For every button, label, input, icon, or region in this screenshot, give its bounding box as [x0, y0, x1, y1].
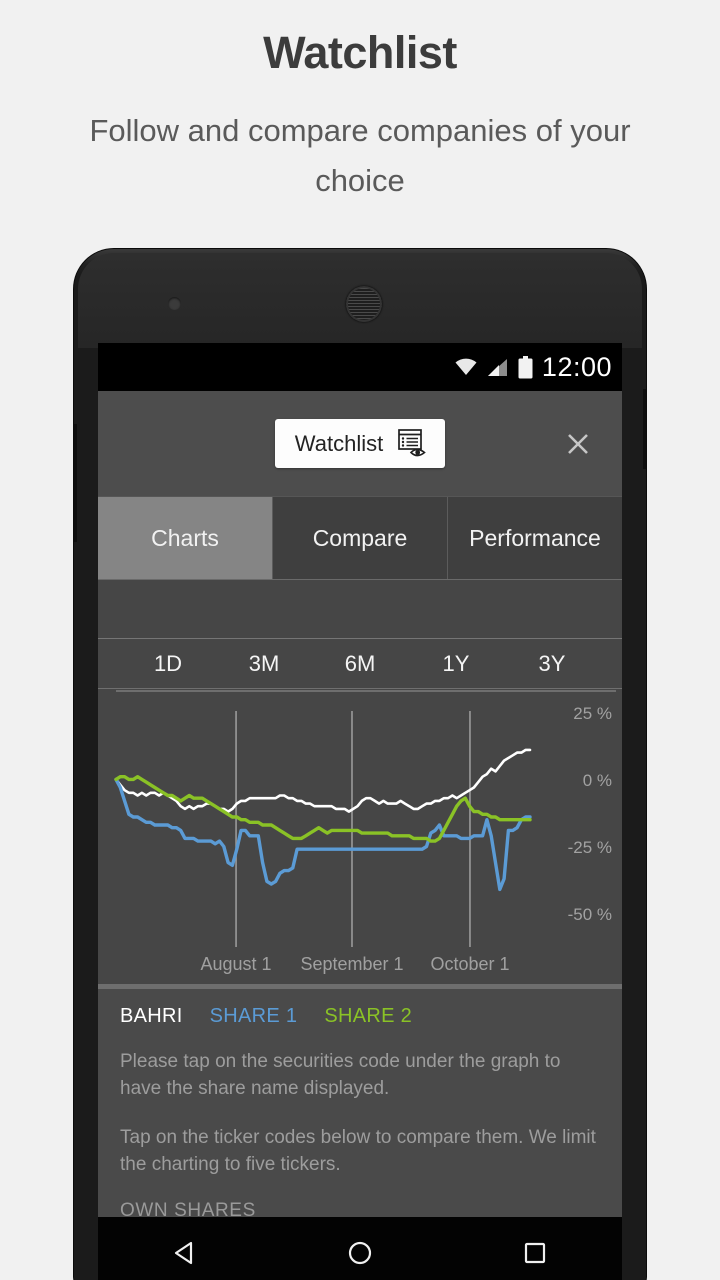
- range-3y[interactable]: 3Y: [504, 651, 600, 677]
- range-6m[interactable]: 6M: [312, 651, 408, 677]
- chart-y-tick-1: 0 %: [582, 771, 612, 791]
- info-paragraph-2: Tap on the ticker codes below to compare…: [120, 1127, 596, 1175]
- range-1d[interactable]: 1D: [120, 651, 216, 677]
- watchlist-document-eye-icon: [398, 429, 426, 457]
- close-button[interactable]: [561, 427, 595, 461]
- range-selector: 1D 3M 6M 1Y 3Y: [98, 639, 622, 689]
- tab-charts[interactable]: Charts: [98, 497, 273, 579]
- range-1y[interactable]: 1Y: [408, 651, 504, 677]
- chart-y-tick-3: -50 %: [567, 905, 612, 925]
- front-camera-icon: [168, 297, 181, 310]
- legend-item-bahri[interactable]: BAHRI: [120, 1005, 183, 1028]
- legend-item-share-1[interactable]: SHARE 1: [210, 1005, 298, 1028]
- tab-performance[interactable]: Performance: [448, 497, 622, 579]
- page-subtitle: Follow and compare companies of your cho…: [89, 113, 631, 198]
- back-triangle-icon[interactable]: [170, 1238, 200, 1268]
- page-title: Watchlist: [263, 27, 457, 78]
- chart-x-tick-0: August 1: [200, 954, 272, 974]
- legend-item-share-2[interactable]: SHARE 2: [324, 1005, 412, 1028]
- earpiece-speaker-icon: [346, 286, 382, 322]
- android-nav-bar: [98, 1217, 622, 1280]
- watchlist-title-label: Watchlist: [294, 430, 384, 456]
- chart-x-tick-1: September 1: [300, 954, 404, 974]
- price-chart[interactable]: 25 % 0 % -25 % -50 % August 1 September 1 Oct…: [98, 689, 622, 989]
- watchlist-title-pill[interactable]: Watchlist: [274, 419, 446, 468]
- info-section: Please tap on the securities code under …: [98, 1038, 622, 1217]
- own-shares-label[interactable]: OWN SHARES: [120, 1200, 600, 1217]
- chart-legend: BAHRI SHARE 1 SHARE 2: [98, 989, 622, 1038]
- volume-button[interactable]: [74, 424, 77, 542]
- chart-y-tick-2: -25 %: [567, 838, 612, 858]
- toolbar-strip: [98, 579, 622, 639]
- home-circle-icon[interactable]: [345, 1238, 375, 1268]
- app-bar: Watchlist: [98, 391, 622, 496]
- recents-square-icon[interactable]: [520, 1238, 550, 1268]
- chart-plot-area: [114, 690, 616, 947]
- tab-compare-label: Compare: [312, 524, 408, 551]
- close-icon: [568, 433, 588, 454]
- phone-device-mockup: 12:00 Watchlist Charts Compare Performan…: [74, 249, 646, 1280]
- wifi-icon: [455, 358, 477, 375]
- range-3m[interactable]: 3M: [216, 651, 312, 677]
- chart-x-tick-2: October 1: [430, 954, 510, 974]
- power-button[interactable]: [643, 389, 646, 469]
- battery-icon: [518, 355, 533, 378]
- chart-y-tick-0: 25 %: [573, 704, 612, 724]
- phone-screen: 12:00 Watchlist Charts Compare Performan…: [98, 343, 622, 1217]
- tab-bar: Charts Compare Performance: [98, 496, 622, 579]
- tab-compare[interactable]: Compare: [273, 497, 448, 579]
- tab-charts-label: Charts: [151, 524, 219, 551]
- info-paragraph-1: Please tap on the securities code under …: [120, 1051, 561, 1099]
- signal-icon: [487, 358, 507, 376]
- tab-performance-label: Performance: [469, 524, 601, 551]
- status-bar: 12:00: [98, 343, 622, 391]
- status-bar-clock: 12:00: [541, 351, 612, 382]
- promo-page: Watchlist Follow and compare companies o…: [0, 0, 720, 1280]
- phone-top-bezel: [78, 253, 642, 348]
